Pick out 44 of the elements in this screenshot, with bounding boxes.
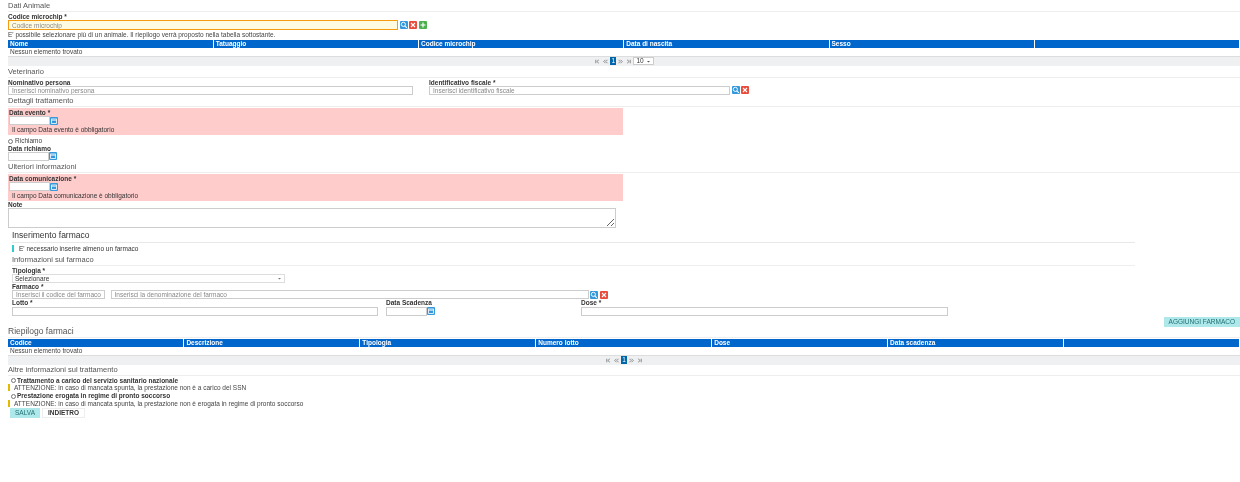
date-field[interactable] (8, 151, 49, 161)
dose-field[interactable] (581, 306, 948, 316)
checkbox[interactable] (11, 393, 16, 399)
date-field[interactable] (9, 116, 50, 126)
search-icon (590, 290, 598, 299)
calendar-icon (50, 182, 58, 191)
previous-page-button[interactable] (613, 356, 620, 364)
clear-button[interactable] (741, 86, 749, 95)
search-button[interactable] (731, 86, 740, 95)
close-icon (599, 290, 608, 299)
add-button[interactable] (418, 21, 427, 30)
close-icon (409, 21, 417, 30)
calendar-button[interactable] (50, 116, 58, 125)
previous-page-button[interactable] (602, 57, 610, 65)
checkbox[interactable] (11, 378, 16, 384)
section-title: Inserimento farmaco (12, 228, 1135, 243)
checkbox[interactable] (8, 138, 13, 144)
search-button[interactable] (399, 21, 408, 30)
caret-icon (645, 58, 651, 64)
section-title: Riepilogo farmaci (8, 326, 1240, 338)
date-field[interactable] (9, 182, 50, 192)
last-page-button[interactable] (636, 356, 643, 364)
search-icon (731, 86, 740, 95)
next-page-button[interactable] (628, 356, 635, 364)
calendar-icon (427, 307, 435, 316)
clear-button[interactable] (599, 290, 608, 299)
next-page-button[interactable] (617, 57, 625, 65)
notes-field[interactable] (8, 208, 616, 229)
first-page-button[interactable] (594, 57, 602, 65)
last-page-button[interactable] (625, 57, 633, 65)
clear-button[interactable] (409, 21, 417, 30)
search-button[interactable] (590, 290, 598, 299)
calendar-button[interactable] (427, 307, 435, 316)
caret-icon (277, 276, 282, 282)
calendar-button[interactable] (50, 182, 58, 191)
plus-icon (418, 21, 427, 30)
first-page-button[interactable] (605, 356, 612, 364)
batch-field[interactable] (12, 306, 378, 316)
search-icon (399, 21, 408, 30)
date-field[interactable] (386, 306, 427, 316)
calendar-icon (49, 152, 57, 161)
calendar-icon (50, 116, 58, 125)
calendar-button[interactable] (49, 152, 57, 161)
close-icon (741, 86, 749, 95)
